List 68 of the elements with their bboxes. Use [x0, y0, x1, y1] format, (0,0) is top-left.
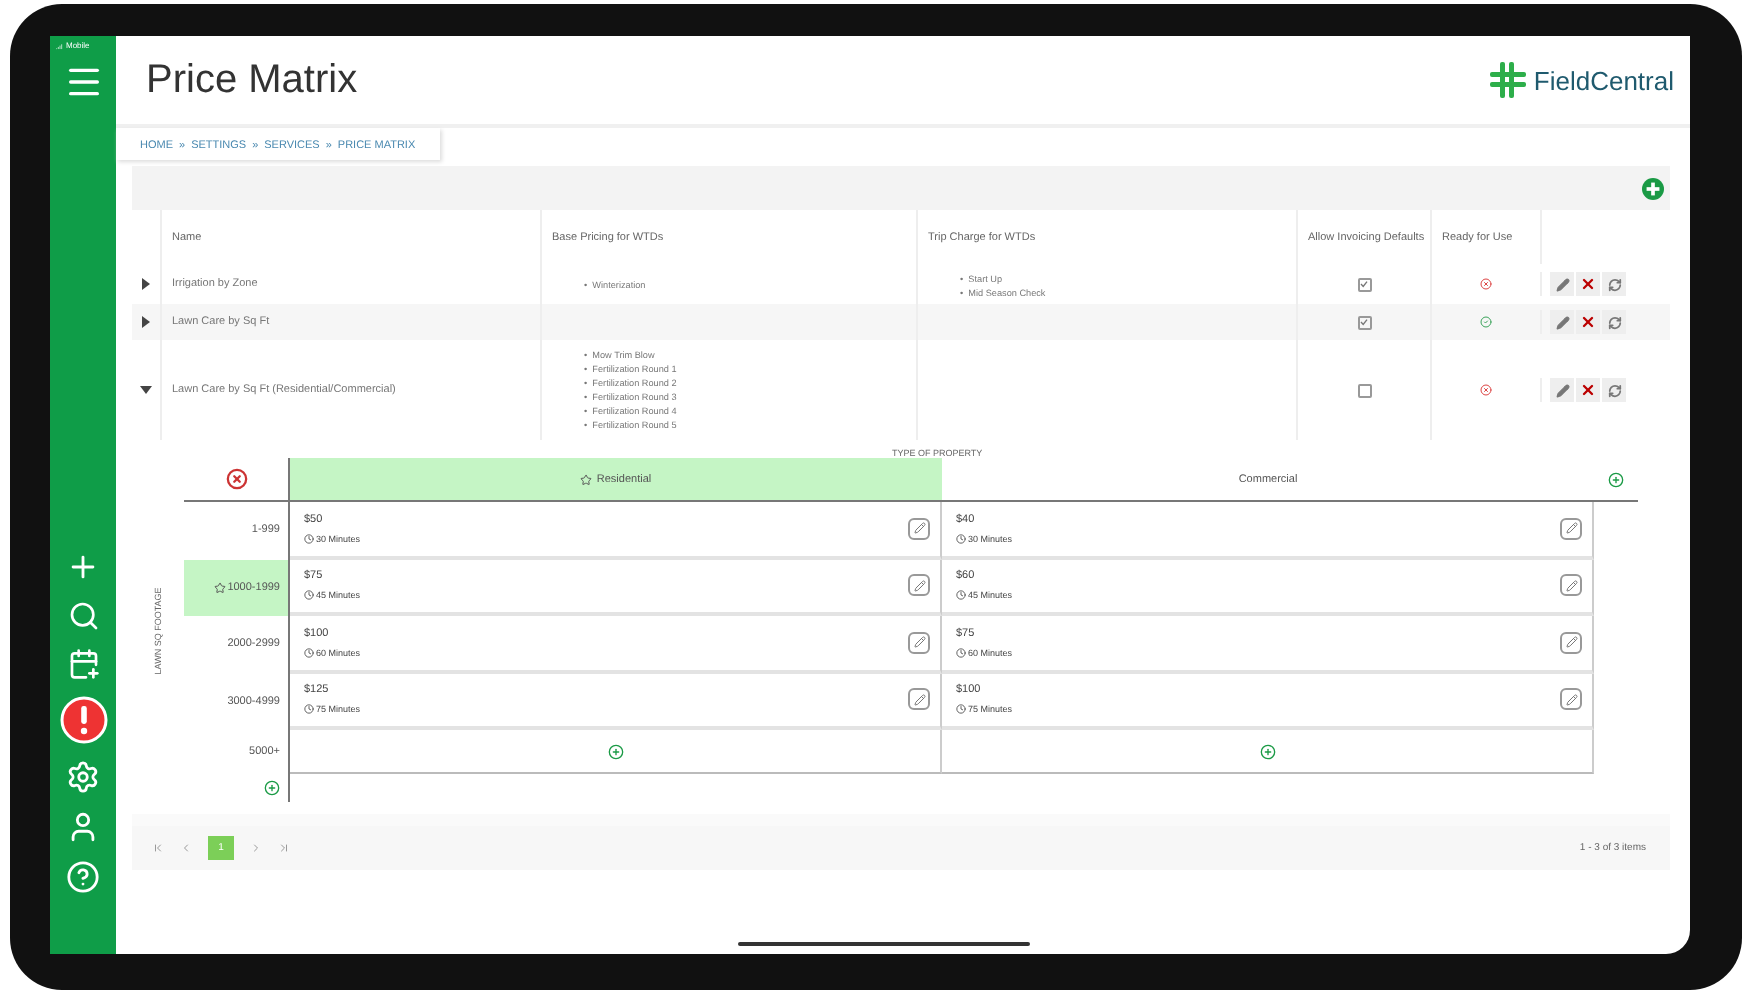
clock-icon: [956, 533, 966, 544]
edit-button[interactable]: [908, 688, 930, 711]
pencil-icon: [913, 693, 925, 706]
close-icon: [1580, 276, 1596, 292]
refresh-button[interactable]: [1602, 378, 1626, 402]
alert-icon[interactable]: [59, 696, 107, 744]
add-button[interactable]: [607, 743, 623, 759]
edit-button[interactable]: [1560, 517, 1582, 540]
edit-button[interactable]: [908, 631, 930, 654]
settings-button[interactable]: [66, 760, 100, 794]
clock-icon: [304, 590, 314, 601]
edit-button[interactable]: [908, 517, 930, 540]
clock-icon: [304, 647, 314, 658]
close-icon: [1580, 314, 1596, 330]
pencil-icon: [1565, 522, 1577, 535]
clock-icon: [304, 533, 314, 544]
expand-icon[interactable]: [140, 316, 152, 328]
pencil-icon: [1565, 693, 1577, 706]
checkbox[interactable]: [1357, 315, 1371, 329]
add-button[interactable]: [1642, 177, 1664, 199]
add-button[interactable]: [1259, 743, 1275, 759]
calendar-add-button[interactable]: [67, 648, 99, 680]
delete-button[interactable]: [1576, 378, 1600, 402]
star-icon: [580, 473, 593, 485]
edit-button[interactable]: [1560, 688, 1582, 711]
first-page-icon[interactable]: [152, 842, 164, 854]
pencil-icon: [913, 579, 925, 592]
pencil-icon: [913, 522, 925, 535]
clock-icon: [304, 704, 314, 715]
pencil-icon: [1565, 579, 1577, 592]
star-icon: [213, 581, 226, 594]
edit-button[interactable]: [1550, 310, 1574, 334]
search-button[interactable]: [67, 600, 99, 632]
clock-icon: [956, 647, 966, 658]
logo-text: FieldCentral: [1533, 65, 1674, 95]
refresh-icon: [1607, 315, 1621, 329]
edit-button[interactable]: [1550, 378, 1574, 402]
add-row-button[interactable]: [264, 780, 280, 796]
pencil-icon: [1565, 636, 1577, 649]
delete-button[interactable]: [1576, 310, 1600, 334]
page-title: Price Matrix: [146, 57, 358, 103]
refresh-icon: [1607, 277, 1621, 291]
clock-icon: [956, 590, 966, 601]
pencil-icon: [913, 636, 925, 649]
delete-button[interactable]: [1576, 272, 1600, 296]
collapse-icon[interactable]: [140, 384, 152, 396]
edit-button[interactable]: [1550, 272, 1574, 296]
pencil-icon: [1555, 277, 1569, 291]
pencil-icon: [1555, 315, 1569, 329]
user-button[interactable]: [66, 810, 100, 844]
edit-button[interactable]: [1560, 574, 1582, 597]
close-icon: [1580, 382, 1596, 398]
checkbox[interactable]: [1357, 383, 1371, 397]
edit-button[interactable]: [1560, 631, 1582, 654]
logo-icon: [1487, 60, 1528, 100]
checkbox[interactable]: [1357, 277, 1371, 291]
last-page-icon[interactable]: [278, 842, 290, 854]
help-button[interactable]: [66, 860, 100, 894]
clock-icon: [956, 704, 966, 715]
refresh-button[interactable]: [1602, 272, 1626, 296]
add-column-button[interactable]: [1608, 471, 1624, 487]
add-button[interactable]: [66, 550, 100, 584]
expand-icon[interactable]: [140, 278, 152, 290]
refresh-icon: [1607, 383, 1621, 397]
refresh-button[interactable]: [1602, 310, 1626, 334]
edit-button[interactable]: [908, 574, 930, 597]
pencil-icon: [1555, 383, 1569, 397]
remove-button[interactable]: [225, 468, 247, 490]
